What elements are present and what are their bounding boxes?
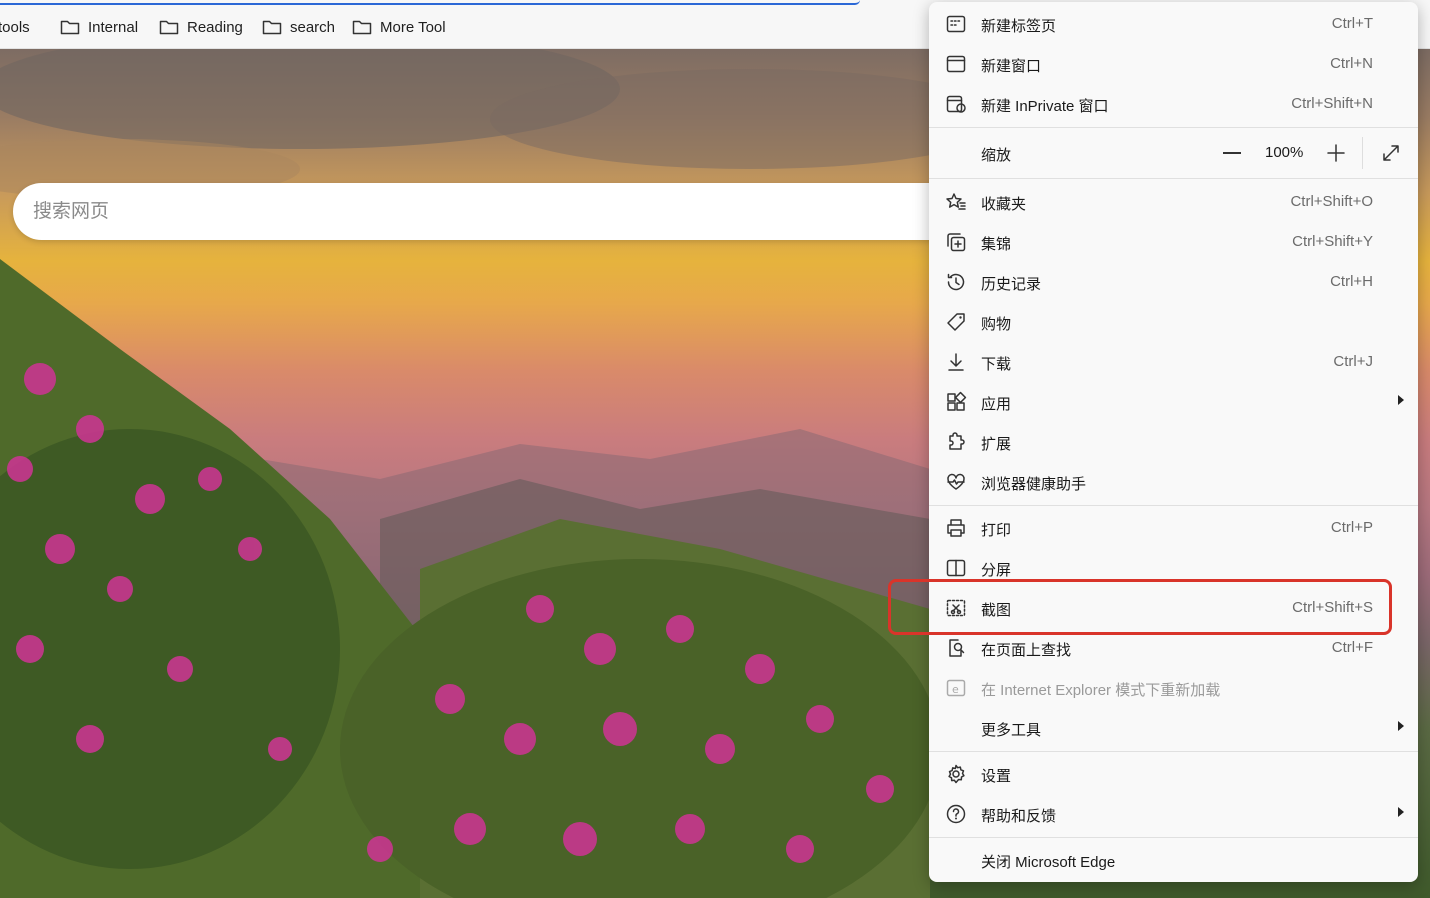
submenu-arrow-icon (1398, 807, 1404, 817)
menu-label: 购物 (981, 316, 1012, 333)
menu-label: 缩放 (981, 147, 1012, 164)
bookmark-label: Internal (88, 18, 139, 36)
folder-icon (159, 20, 179, 35)
menu-label: 应用 (981, 396, 1012, 413)
menu-shortcut: Ctrl+Shift+N (1291, 95, 1373, 112)
menu-label: 收藏夹 (981, 196, 1027, 213)
bookmark-search[interactable]: search (262, 16, 335, 38)
window-icon (945, 53, 967, 75)
help-question-icon (945, 803, 967, 825)
menu-divider (929, 127, 1418, 128)
collections-icon (945, 231, 967, 253)
history-clock-icon (945, 271, 967, 293)
find-page-icon (945, 637, 967, 659)
menu-item-extensions[interactable]: 扩展 (929, 422, 1418, 462)
menu-label: 关闭 Microsoft Edge (981, 854, 1116, 871)
menu-shortcut: Ctrl+H (1330, 273, 1373, 290)
menu-label: 帮助和反馈 (981, 808, 1057, 825)
inprivate-icon (945, 93, 967, 115)
bookmark-label: More Tool (380, 18, 446, 36)
fullscreen-icon[interactable] (1380, 142, 1402, 164)
menu-item-more-tools[interactable]: 更多工具 (929, 708, 1418, 748)
menu-item-history[interactable]: 历史记录 Ctrl+H (929, 262, 1418, 302)
search-input[interactable]: 搜索网页 (13, 183, 973, 240)
bookmark-label: search (290, 18, 336, 36)
menu-label: 集锦 (981, 236, 1012, 253)
menu-item-collections[interactable]: 集锦 Ctrl+Shift+Y (929, 222, 1418, 262)
menu-item-help[interactable]: 帮助和反馈 (929, 794, 1418, 834)
puzzle-icon (945, 431, 967, 453)
menu-label: 打印 (981, 522, 1012, 539)
menu-item-downloads[interactable]: 下载 Ctrl+J (929, 342, 1418, 382)
menu-item-settings[interactable]: 设置 (929, 754, 1418, 794)
gear-icon (945, 763, 967, 785)
menu-label: 浏览器健康助手 (981, 476, 1087, 493)
menu-item-browser-health[interactable]: 浏览器健康助手 (929, 462, 1418, 502)
ie-icon: e (945, 677, 967, 699)
menu-shortcut: Ctrl+Shift+Y (1292, 233, 1373, 250)
menu-shortcut: Ctrl+F (1331, 639, 1373, 656)
apps-icon (945, 391, 967, 413)
menu-divider (929, 751, 1418, 752)
bookmark-more-tool[interactable]: More Tool (352, 16, 446, 38)
folder-icon (352, 20, 372, 35)
menu-divider (929, 505, 1418, 506)
zoom-value: 100% (1265, 144, 1304, 161)
menu-item-ie-mode: e 在 Internet Explorer 模式下重新加载 (929, 668, 1418, 708)
menu-item-new-tab[interactable]: 新建标签页 Ctrl+T (929, 4, 1418, 44)
menu-shortcut: Ctrl+T (1331, 15, 1373, 32)
menu-shortcut: Ctrl+P (1330, 519, 1373, 536)
menu-label: 更多工具 (981, 722, 1042, 739)
bookmark-internal[interactable]: Internal (60, 16, 138, 38)
address-bar-edge (0, 0, 860, 5)
menu-shortcut: Ctrl+N (1330, 55, 1373, 72)
heart-pulse-icon (945, 471, 967, 493)
folder-icon (262, 20, 282, 35)
menu-shortcut: Ctrl+Shift+O (1290, 193, 1373, 210)
menu-item-apps[interactable]: 应用 (929, 382, 1418, 422)
favorites-star-icon (945, 191, 967, 213)
shopping-tag-icon (945, 311, 967, 333)
menu-item-new-inprivate[interactable]: 新建 InPrivate 窗口 Ctrl+Shift+N (929, 84, 1418, 124)
menu-item-close-edge[interactable]: 关闭 Microsoft Edge (929, 840, 1418, 880)
printer-icon (945, 517, 967, 539)
menu-label: 在 Internet Explorer 模式下重新加载 (981, 682, 1221, 699)
menu-label: 下载 (981, 356, 1012, 373)
bookmark-label: tools (0, 18, 30, 36)
zoom-divider (1362, 137, 1363, 169)
bookmark-tools[interactable]: tools (0, 16, 30, 38)
menu-label: 分屏 (981, 562, 1012, 579)
menu-item-print[interactable]: 打印 Ctrl+P (929, 508, 1418, 548)
submenu-arrow-icon (1398, 721, 1404, 731)
search-placeholder: 搜索网页 (33, 201, 110, 222)
menu-shortcut: Ctrl+J (1333, 353, 1373, 370)
menu-label: 历史记录 (981, 276, 1042, 293)
bookmark-reading[interactable]: Reading (159, 16, 243, 38)
menu-item-zoom: 缩放 100% (929, 133, 1418, 173)
menu-item-new-window[interactable]: 新建窗口 Ctrl+N (929, 44, 1418, 84)
bookmark-label: Reading (187, 18, 243, 36)
menu-divider (929, 837, 1418, 838)
menu-divider (929, 178, 1418, 179)
zoom-in-button[interactable] (1326, 143, 1346, 163)
menu-label: 设置 (981, 768, 1012, 785)
split-screen-icon (945, 557, 967, 579)
highlight-annotation (888, 579, 1392, 635)
menu-item-favorites[interactable]: 收藏夹 Ctrl+Shift+O (929, 182, 1418, 222)
settings-menu: 新建标签页 Ctrl+T 新建窗口 Ctrl+N 新建 InPrivate 窗口… (929, 2, 1418, 882)
new-tab-icon (945, 13, 967, 35)
menu-label: 新建标签页 (981, 18, 1057, 35)
folder-icon (60, 20, 80, 35)
menu-label: 在页面上查找 (981, 642, 1072, 659)
svg-text:e: e (952, 683, 959, 696)
submenu-arrow-icon (1398, 395, 1404, 405)
menu-label: 扩展 (981, 436, 1012, 453)
download-icon (945, 351, 967, 373)
menu-item-shopping[interactable]: 购物 (929, 302, 1418, 342)
menu-label: 新建窗口 (981, 58, 1042, 75)
zoom-out-button[interactable] (1223, 152, 1241, 154)
menu-label: 新建 InPrivate 窗口 (981, 98, 1109, 115)
